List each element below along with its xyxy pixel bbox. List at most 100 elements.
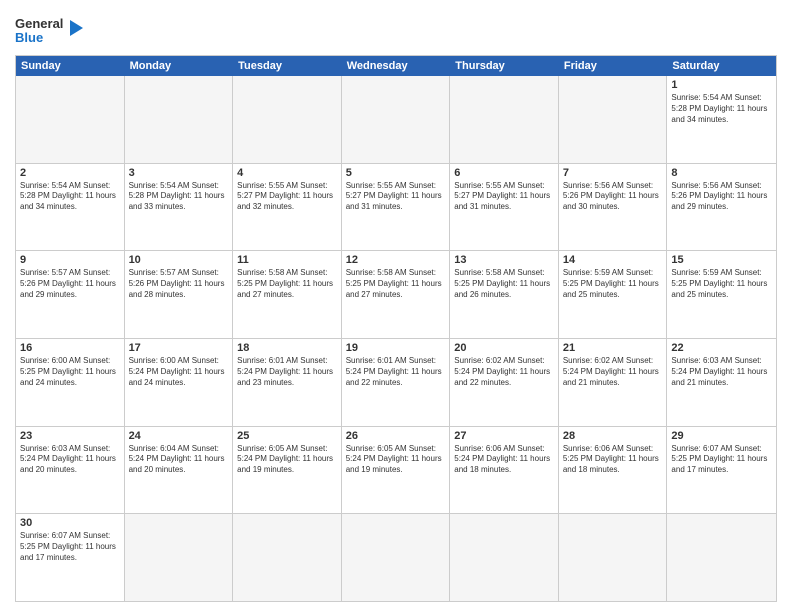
cell-content: Sunrise: 5:59 AM Sunset: 5:25 PM Dayligh… bbox=[563, 268, 663, 300]
cell-content: Sunrise: 6:04 AM Sunset: 5:24 PM Dayligh… bbox=[129, 444, 229, 476]
page: GeneralBlue SundayMondayTuesdayWednesday… bbox=[0, 0, 792, 612]
cell-content: Sunrise: 6:00 AM Sunset: 5:24 PM Dayligh… bbox=[129, 356, 229, 388]
day-cell-12: 12Sunrise: 5:58 AM Sunset: 5:25 PM Dayli… bbox=[342, 251, 451, 338]
calendar-row-2: 9 Sunrise: 5:57 AM Sunset: 5:26 PM Daylig… bbox=[16, 251, 776, 339]
svg-text:General: General bbox=[15, 16, 63, 31]
day-cell-17: 17 Sunrise: 6:00 AM Sunset: 5:24 PM Dayli… bbox=[125, 339, 234, 426]
day-cell-14: 14 Sunrise: 5:59 AM Sunset: 5:25 PM Dayli… bbox=[559, 251, 668, 338]
day-number: 23 bbox=[20, 430, 120, 442]
day-number: 11 bbox=[237, 254, 337, 266]
day-number: 27 bbox=[454, 430, 554, 442]
cell-content: Sunrise: 5:55 AM Sunset: 5:27 PM Dayligh… bbox=[454, 181, 554, 213]
empty-cell bbox=[233, 76, 342, 163]
day-number: 8 bbox=[671, 167, 772, 179]
day-number: 14 bbox=[563, 254, 663, 266]
calendar-row-0: 1 Sunrise: 5:54 AM Sunset: 5:28 PM Daylig… bbox=[16, 76, 776, 164]
day-cell-3: 3Sunrise: 5:54 AM Sunset: 5:28 PM Daylig… bbox=[125, 164, 234, 251]
empty-cell bbox=[125, 514, 234, 601]
day-number: 20 bbox=[454, 342, 554, 354]
cell-content: Sunrise: 5:54 AM Sunset: 5:28 PM Dayligh… bbox=[671, 93, 772, 125]
empty-cell bbox=[559, 514, 668, 601]
cell-content: Sunrise: 6:06 AM Sunset: 5:24 PM Dayligh… bbox=[454, 444, 554, 476]
cell-content: Sunrise: 6:05 AM Sunset: 5:24 PM Dayligh… bbox=[237, 444, 337, 476]
day-cell-4: 4Sunrise: 5:55 AM Sunset: 5:27 PM Daylig… bbox=[233, 164, 342, 251]
day-number: 19 bbox=[346, 342, 446, 354]
day-cell-20: 20 Sunrise: 6:02 AM Sunset: 5:24 PM Dayli… bbox=[450, 339, 559, 426]
day-header-friday: Friday bbox=[559, 56, 668, 76]
header: GeneralBlue bbox=[15, 10, 777, 49]
day-number: 2 bbox=[20, 167, 120, 179]
day-cell-30: 30Sunrise: 6:07 AM Sunset: 5:25 PM Dayli… bbox=[16, 514, 125, 601]
day-cell-8: 8Sunrise: 5:56 AM Sunset: 5:26 PM Daylig… bbox=[667, 164, 776, 251]
day-number: 16 bbox=[20, 342, 120, 354]
cell-content: Sunrise: 5:55 AM Sunset: 5:27 PM Dayligh… bbox=[346, 181, 446, 213]
cell-content: Sunrise: 6:05 AM Sunset: 5:24 PM Dayligh… bbox=[346, 444, 446, 476]
empty-cell bbox=[450, 76, 559, 163]
day-cell-24: 24 Sunrise: 6:04 AM Sunset: 5:24 PM Dayli… bbox=[125, 427, 234, 514]
calendar-row-4: 23 Sunrise: 6:03 AM Sunset: 5:24 PM Dayli… bbox=[16, 427, 776, 515]
day-cell-11: 11Sunrise: 5:58 AM Sunset: 5:25 PM Dayli… bbox=[233, 251, 342, 338]
empty-cell bbox=[450, 514, 559, 601]
cell-content: Sunrise: 6:06 AM Sunset: 5:25 PM Dayligh… bbox=[563, 444, 663, 476]
calendar: SundayMondayTuesdayWednesdayThursdayFrid… bbox=[15, 55, 777, 602]
day-cell-2: 2 Sunrise: 5:54 AM Sunset: 5:28 PM Daylig… bbox=[16, 164, 125, 251]
day-number: 25 bbox=[237, 430, 337, 442]
day-number: 15 bbox=[671, 254, 772, 266]
empty-cell bbox=[559, 76, 668, 163]
day-number: 24 bbox=[129, 430, 229, 442]
cell-content: Sunrise: 6:03 AM Sunset: 5:24 PM Dayligh… bbox=[20, 444, 120, 476]
day-number: 10 bbox=[129, 254, 229, 266]
logo-svg: GeneralBlue bbox=[15, 14, 85, 49]
empty-cell bbox=[16, 76, 125, 163]
day-number: 18 bbox=[237, 342, 337, 354]
day-cell-15: 15Sunrise: 5:59 AM Sunset: 5:25 PM Dayli… bbox=[667, 251, 776, 338]
day-header-wednesday: Wednesday bbox=[342, 56, 451, 76]
day-cell-10: 10 Sunrise: 5:57 AM Sunset: 5:26 PM Dayli… bbox=[125, 251, 234, 338]
cell-content: Sunrise: 5:58 AM Sunset: 5:25 PM Dayligh… bbox=[454, 268, 554, 300]
day-cell-6: 6 Sunrise: 5:55 AM Sunset: 5:27 PM Daylig… bbox=[450, 164, 559, 251]
day-number: 4 bbox=[237, 167, 337, 179]
day-cell-16: 16Sunrise: 6:00 AM Sunset: 5:25 PM Dayli… bbox=[16, 339, 125, 426]
day-cell-1: 1 Sunrise: 5:54 AM Sunset: 5:28 PM Daylig… bbox=[667, 76, 776, 163]
cell-content: Sunrise: 5:57 AM Sunset: 5:26 PM Dayligh… bbox=[129, 268, 229, 300]
logo: GeneralBlue bbox=[15, 14, 85, 49]
day-cell-9: 9 Sunrise: 5:57 AM Sunset: 5:26 PM Daylig… bbox=[16, 251, 125, 338]
calendar-row-5: 30Sunrise: 6:07 AM Sunset: 5:25 PM Dayli… bbox=[16, 514, 776, 601]
day-number: 21 bbox=[563, 342, 663, 354]
calendar-row-3: 16Sunrise: 6:00 AM Sunset: 5:25 PM Dayli… bbox=[16, 339, 776, 427]
day-number: 26 bbox=[346, 430, 446, 442]
cell-content: Sunrise: 5:57 AM Sunset: 5:26 PM Dayligh… bbox=[20, 268, 120, 300]
day-cell-29: 29Sunrise: 6:07 AM Sunset: 5:25 PM Dayli… bbox=[667, 427, 776, 514]
day-cell-25: 25 Sunrise: 6:05 AM Sunset: 5:24 PM Dayli… bbox=[233, 427, 342, 514]
day-number: 22 bbox=[671, 342, 772, 354]
day-headers: SundayMondayTuesdayWednesdayThursdayFrid… bbox=[16, 56, 776, 76]
day-number: 6 bbox=[454, 167, 554, 179]
day-header-thursday: Thursday bbox=[450, 56, 559, 76]
day-header-sunday: Sunday bbox=[16, 56, 125, 76]
day-number: 28 bbox=[563, 430, 663, 442]
cell-content: Sunrise: 6:02 AM Sunset: 5:24 PM Dayligh… bbox=[563, 356, 663, 388]
empty-cell bbox=[342, 76, 451, 163]
empty-cell bbox=[125, 76, 234, 163]
day-cell-27: 27 Sunrise: 6:06 AM Sunset: 5:24 PM Dayli… bbox=[450, 427, 559, 514]
day-number: 1 bbox=[671, 79, 772, 91]
cell-content: Sunrise: 5:56 AM Sunset: 5:26 PM Dayligh… bbox=[563, 181, 663, 213]
day-number: 30 bbox=[20, 517, 120, 529]
day-number: 29 bbox=[671, 430, 772, 442]
empty-cell bbox=[233, 514, 342, 601]
day-number: 3 bbox=[129, 167, 229, 179]
empty-cell bbox=[667, 514, 776, 601]
day-number: 13 bbox=[454, 254, 554, 266]
cell-content: Sunrise: 5:54 AM Sunset: 5:28 PM Dayligh… bbox=[20, 181, 120, 213]
day-number: 5 bbox=[346, 167, 446, 179]
day-cell-5: 5 Sunrise: 5:55 AM Sunset: 5:27 PM Daylig… bbox=[342, 164, 451, 251]
day-cell-19: 19 Sunrise: 6:01 AM Sunset: 5:24 PM Dayli… bbox=[342, 339, 451, 426]
cell-content: Sunrise: 6:01 AM Sunset: 5:24 PM Dayligh… bbox=[346, 356, 446, 388]
day-number: 9 bbox=[20, 254, 120, 266]
calendar-body: 1 Sunrise: 5:54 AM Sunset: 5:28 PM Daylig… bbox=[16, 76, 776, 601]
day-number: 17 bbox=[129, 342, 229, 354]
svg-text:Blue: Blue bbox=[15, 30, 43, 45]
day-cell-7: 7Sunrise: 5:56 AM Sunset: 5:26 PM Daylig… bbox=[559, 164, 668, 251]
cell-content: Sunrise: 6:02 AM Sunset: 5:24 PM Dayligh… bbox=[454, 356, 554, 388]
cell-content: Sunrise: 5:58 AM Sunset: 5:25 PM Dayligh… bbox=[346, 268, 446, 300]
